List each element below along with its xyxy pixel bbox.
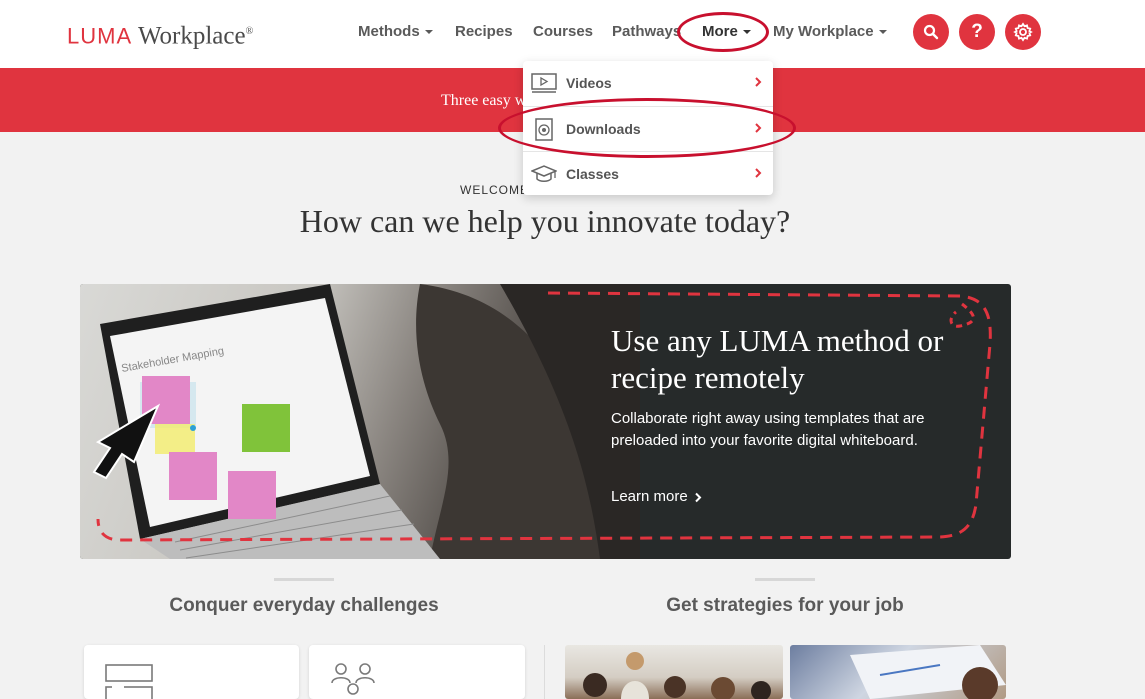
caret-down-icon [878,30,887,35]
hero-card[interactable]: Stakeholder Mapping Use any LUMA method … [80,284,1011,559]
dropdown-label: Videos [566,75,612,91]
challenge-card[interactable] [84,645,299,699]
download-icon [535,118,553,141]
meeting-photo [583,652,771,699]
learn-more-link[interactable]: Learn more [611,488,702,505]
video-icon [531,73,557,93]
dropdown-item-downloads[interactable]: Downloads [523,106,773,150]
dropdown-label: Classes [566,166,619,182]
banner-text: Three easy w [441,92,525,109]
chevron-right-icon [695,492,702,502]
help-icon: ? [971,21,983,42]
help-button[interactable]: ? [959,14,995,50]
settings-button[interactable] [1005,14,1041,50]
chat-bubbles-icon [105,664,153,699]
strategy-photo-card[interactable] [565,645,783,699]
chevron-right-icon [755,77,762,87]
chevron-right-icon [755,123,762,133]
caret-down-icon [742,30,751,35]
hero-title: Use any LUMA method or recipe remotely [611,323,944,395]
nav-recipes-label: Recipes [455,23,513,40]
nav-pathways-label: Pathways [612,23,682,40]
dropdown-item-classes[interactable]: Classes [523,151,773,195]
nav-courses-label: Courses [533,23,594,40]
nav-pathways[interactable]: Pathways [612,23,681,43]
nav-recipes[interactable]: Recipes [455,23,513,43]
nav-courses[interactable]: Courses [533,23,593,43]
nav-more-label: More [702,23,738,40]
search-icon [923,24,939,40]
dropdown-item-videos[interactable]: Videos [523,61,773,105]
site-header: LUMA Workplace® Methods Recipes Courses … [0,0,1145,68]
challenge-card[interactable] [309,645,525,699]
more-dropdown-menu: Videos Downloads Classes [523,61,773,195]
luma-workplace-logo[interactable]: LUMA Workplace® [67,17,253,51]
gear-icon [1013,22,1033,42]
caret-down-icon [424,30,433,35]
learn-more-label: Learn more [611,488,688,505]
nav-methods[interactable]: Methods [358,23,433,43]
dropdown-label: Downloads [566,121,641,137]
section-divider [755,578,815,581]
nav-my-workplace-label: My Workplace [773,23,874,40]
logo-registered: ® [245,26,254,37]
page-headline: How can we help you innovate today? [299,203,791,239]
graduation-cap-icon [531,165,557,182]
logo-brand: LUMA [67,23,133,49]
section-title-strategies: Get strategies for your job [666,595,904,616]
logo-product: Workplace [137,22,246,50]
column-divider [544,645,545,699]
nav-more[interactable]: More [702,23,751,43]
hero-description: Collaborate right away using templates t… [611,410,925,449]
chevron-right-icon [755,168,762,178]
nav-methods-label: Methods [358,23,420,40]
team-icon [331,663,375,695]
section-title-challenges: Conquer everyday challenges [169,595,439,616]
paperwork-photo [850,645,1006,699]
search-button[interactable] [913,14,949,50]
section-divider [274,578,334,581]
welcome-eyebrow: WELCOME [460,183,530,197]
strategy-photo-card[interactable] [790,645,1006,699]
nav-my-workplace[interactable]: My Workplace [773,23,887,43]
